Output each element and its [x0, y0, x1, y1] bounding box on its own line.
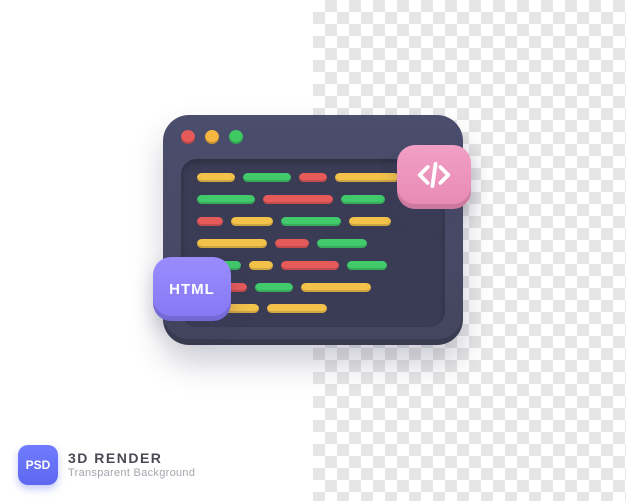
window-dot-zoom-icon: [229, 130, 243, 144]
code-window: HTML: [163, 115, 463, 345]
footer-title: 3D RENDER: [68, 451, 195, 466]
illustration: HTML: [143, 115, 483, 345]
window-dot-minimize-icon: [205, 130, 219, 144]
code-row: [197, 239, 429, 248]
code-row: [197, 304, 429, 313]
footer-text: 3D RENDER Transparent Background: [68, 451, 195, 478]
code-bar: [243, 173, 291, 182]
code-bar: [249, 261, 273, 270]
html-badge: HTML: [153, 257, 231, 321]
code-bar: [197, 173, 235, 182]
psd-badge-text: PSD: [26, 458, 51, 472]
code-row: [197, 217, 429, 226]
code-bar: [301, 283, 371, 292]
psd-badge: PSD: [18, 445, 58, 485]
code-bar: [299, 173, 327, 182]
code-bar: [275, 239, 309, 248]
footer-subtitle: Transparent Background: [68, 467, 195, 479]
window-dot-close-icon: [181, 130, 195, 144]
code-bar: [255, 283, 293, 292]
code-bar: [349, 217, 391, 226]
footer-label: PSD 3D RENDER Transparent Background: [18, 445, 195, 485]
code-bar: [267, 304, 327, 313]
code-bar: [197, 217, 223, 226]
code-bar: [347, 261, 387, 270]
code-row: [197, 283, 429, 292]
code-bar: [317, 239, 367, 248]
code-bar: [197, 239, 267, 248]
code-bar: [281, 217, 341, 226]
code-bar: [281, 261, 339, 270]
code-badge: [397, 145, 471, 209]
code-bracket-icon: [415, 156, 453, 199]
code-bar: [341, 195, 385, 204]
code-row: [197, 195, 429, 204]
html-badge-label: HTML: [169, 281, 215, 298]
code-bar: [231, 217, 273, 226]
code-row: [197, 173, 429, 182]
code-bar: [335, 173, 399, 182]
code-row: [197, 261, 429, 270]
code-bar: [197, 195, 255, 204]
code-bar: [263, 195, 333, 204]
